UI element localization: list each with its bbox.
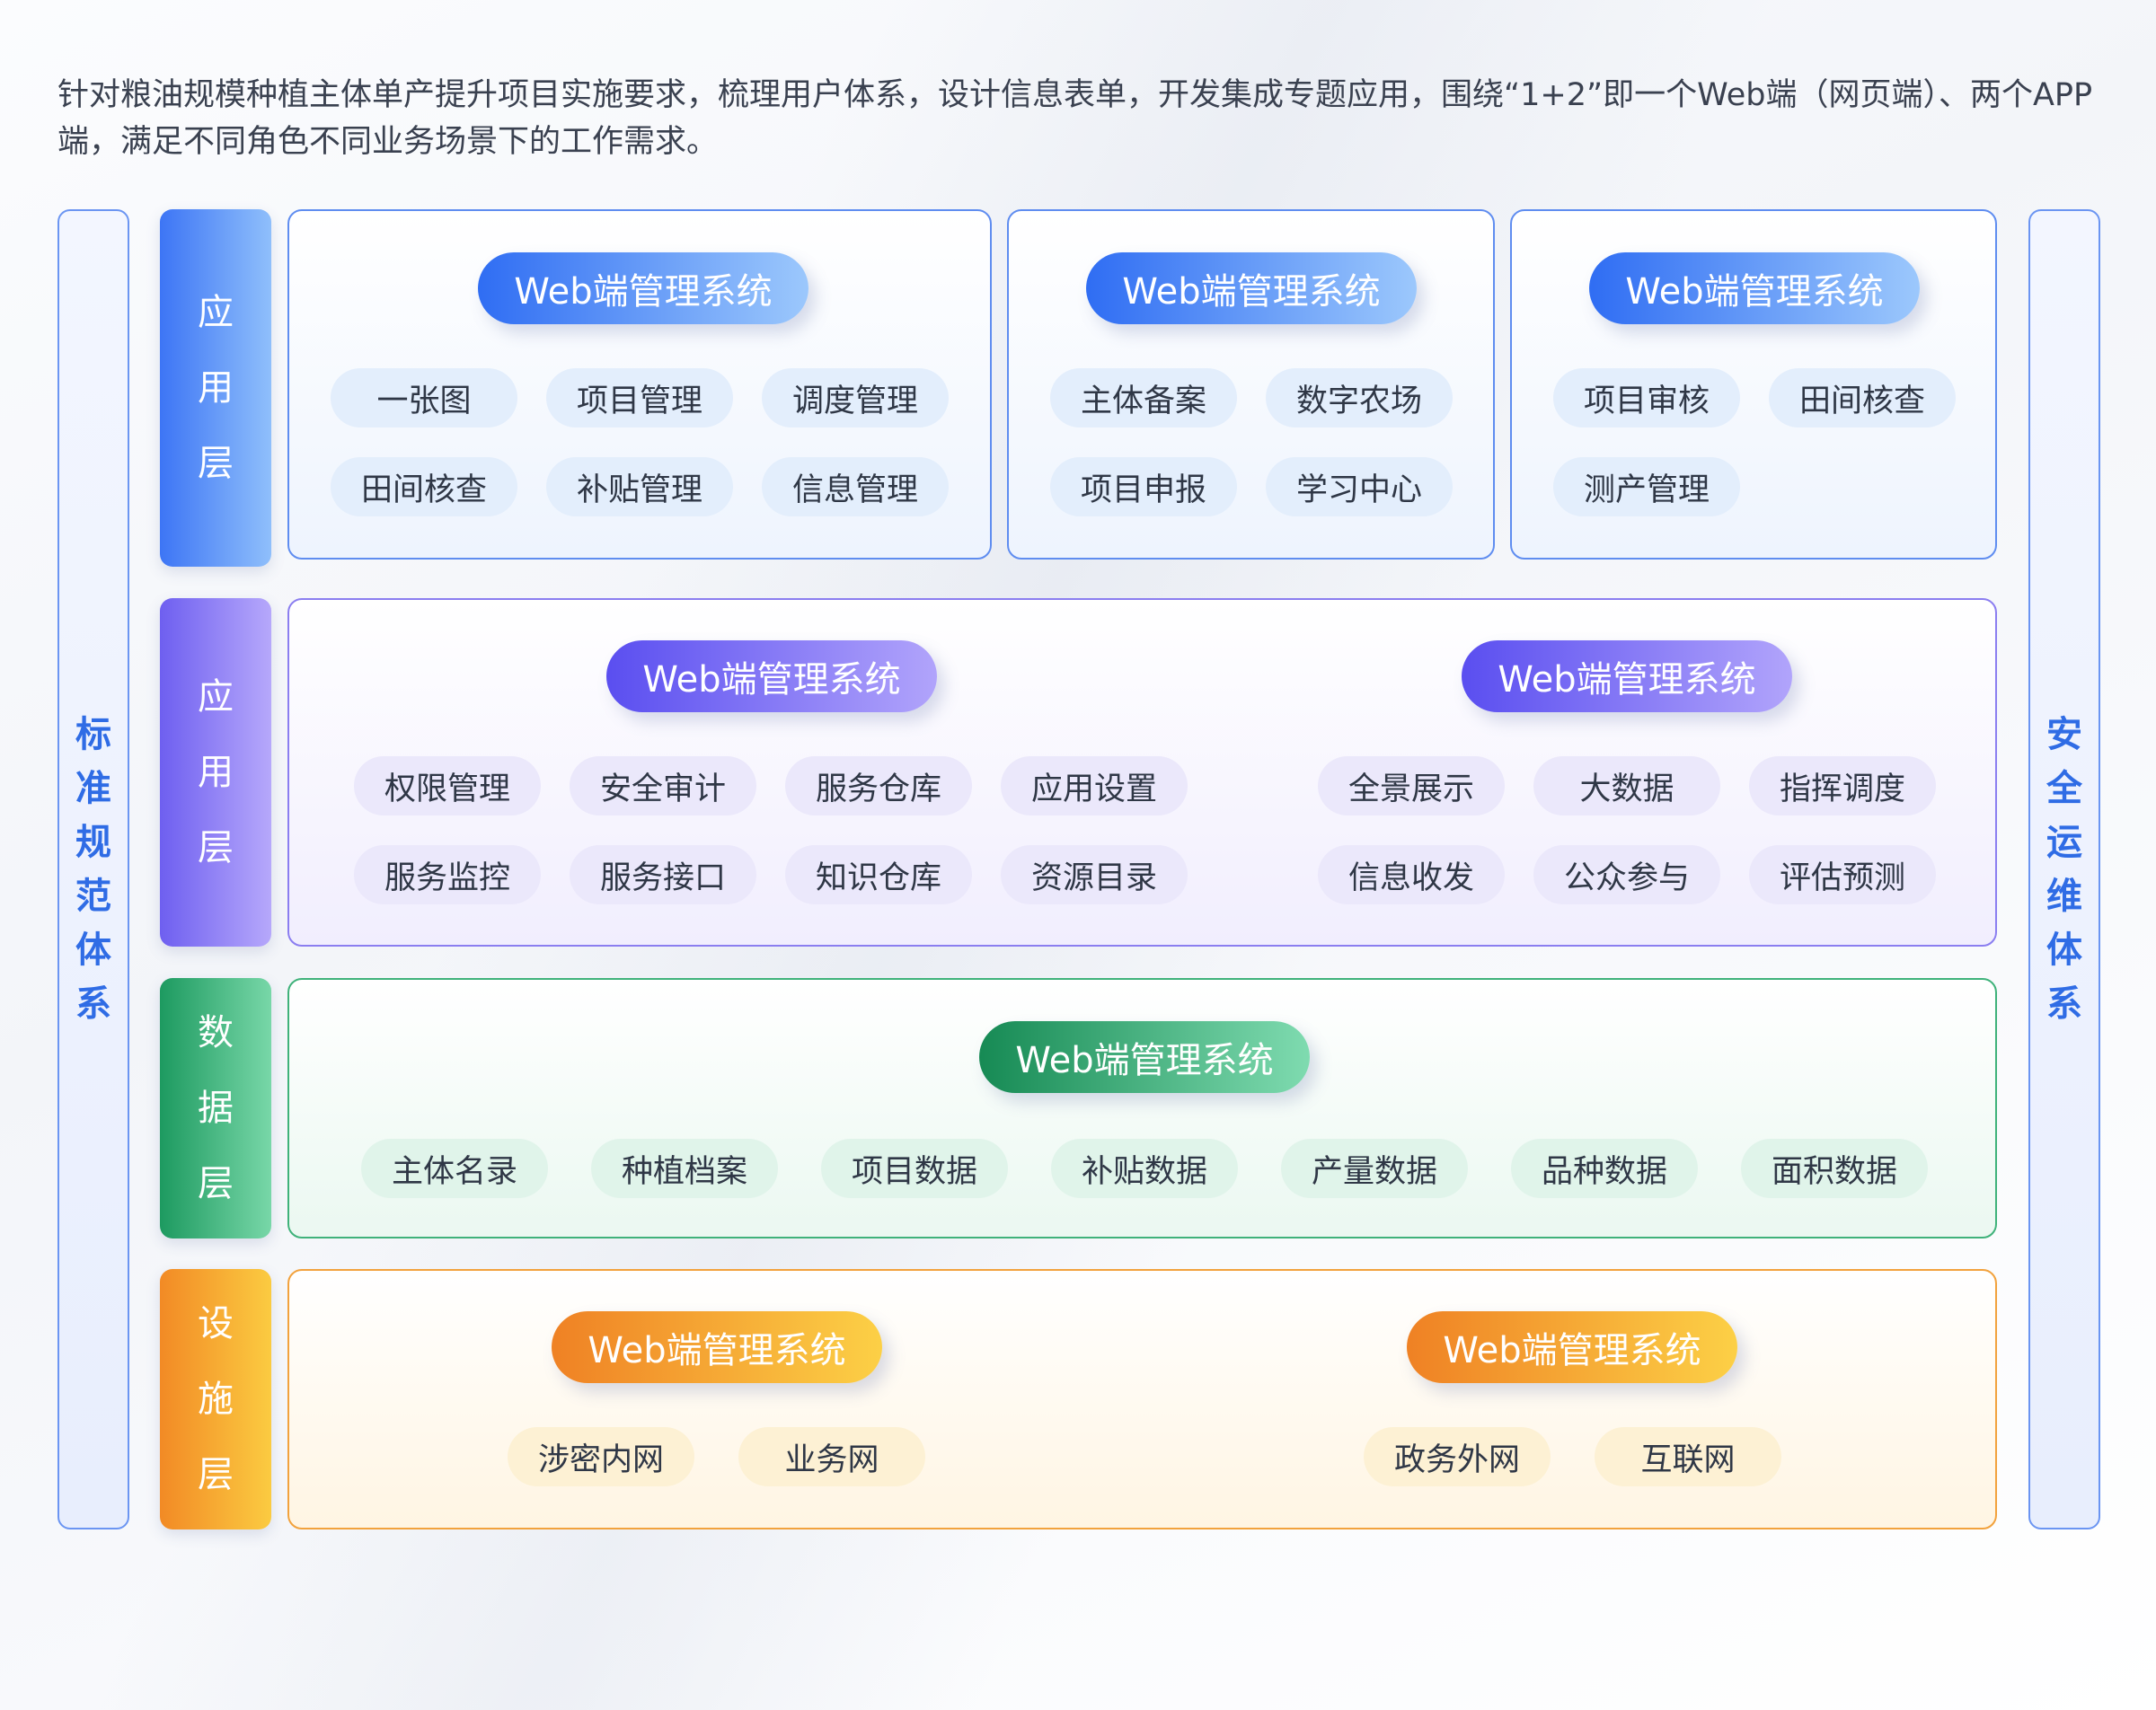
layer-label-application-2: 应 用 层 (160, 598, 271, 947)
app2-panel: Web端管理系统 权限管理 安全审计 服务仓库 应用设置 服务监控 服务接口 知… (287, 598, 1997, 947)
layer-char: 设 (198, 1303, 234, 1344)
module-chip[interactable]: 项目审核 (1553, 368, 1740, 428)
intro-paragraph: 针对粮油规模种植主体单产提升项目实施要求，梳理用户体系，设计信息表单，开发集成专… (57, 77, 2093, 160)
module-chip[interactable]: 指挥调度 (1749, 756, 1936, 815)
side-char: 全 (2046, 768, 2082, 809)
standards-system-column: 标 准 规 范 体 系 (57, 209, 129, 1529)
layer-label-application: 应 用 层 (160, 209, 271, 567)
module-chip[interactable]: 补贴数据 (1051, 1139, 1238, 1198)
standards-system-label: 标 准 规 范 体 系 (75, 708, 111, 1031)
side-char: 体 (2046, 930, 2082, 971)
system-title-pill: Web端管理系统 (1462, 640, 1792, 712)
layer-char: 据 (198, 1088, 234, 1129)
layer-label-infrastructure: 设 施 层 (160, 1269, 271, 1529)
side-char: 体 (75, 930, 111, 971)
app-panel-2: Web端管理系统 主体备案 数字农场 项目申报 学习中心 (1007, 209, 1495, 560)
layer-char: 施 (198, 1379, 234, 1420)
app-panel-3: Web端管理系统 项目审核 田间核查 测产管理 (1510, 209, 1997, 560)
side-char: 系 (2046, 983, 2082, 1025)
system-title-pill: Web端管理系统 (478, 252, 808, 324)
module-chip[interactable]: 品种数据 (1511, 1139, 1698, 1198)
module-chip[interactable]: 主体备案 (1050, 368, 1237, 428)
side-char: 维 (2046, 876, 2082, 917)
module-chip[interactable]: 一张图 (331, 368, 517, 428)
layer-char: 用 (198, 752, 234, 793)
side-char: 范 (75, 876, 111, 917)
layer-char: 层 (198, 1163, 234, 1204)
module-chip[interactable]: 业务网 (738, 1427, 925, 1486)
architecture-diagram: 针对粮油规模种植主体单产提升项目实施要求，梳理用户体系，设计信息表单，开发集成专… (0, 0, 2156, 1710)
module-chip[interactable]: 信息管理 (762, 457, 949, 516)
module-chip[interactable]: 互联网 (1595, 1427, 1781, 1486)
layer-char: 层 (198, 443, 234, 484)
system-title-pill: Web端管理系统 (979, 1021, 1310, 1093)
module-chip[interactable]: 主体名录 (361, 1139, 548, 1198)
module-chip[interactable]: 学习中心 (1266, 457, 1453, 516)
module-chip[interactable]: 产量数据 (1281, 1139, 1468, 1198)
module-chip[interactable]: 应用设置 (1001, 756, 1188, 815)
module-chip[interactable]: 项目申报 (1050, 457, 1237, 516)
module-chip[interactable]: 数字农场 (1266, 368, 1453, 428)
module-chip[interactable]: 面积数据 (1741, 1139, 1928, 1198)
layer-char: 应 (198, 292, 234, 333)
module-chip[interactable]: 政务外网 (1364, 1427, 1551, 1486)
layer-char: 层 (198, 827, 234, 868)
module-chip[interactable]: 评估预测 (1749, 845, 1936, 904)
security-ops-system-column: 安 全 运 维 体 系 (2028, 209, 2100, 1529)
security-ops-system-label: 安 全 运 维 体 系 (2046, 708, 2082, 1031)
side-char: 准 (75, 768, 111, 809)
system-title-pill: Web端管理系统 (552, 1311, 882, 1383)
module-chip[interactable]: 涉密内网 (508, 1427, 694, 1486)
module-chip[interactable]: 补贴管理 (546, 457, 733, 516)
module-chip[interactable]: 测产管理 (1553, 457, 1740, 516)
system-title-pill: Web端管理系统 (606, 640, 937, 712)
app-panel-1: Web端管理系统 一张图 项目管理 调度管理 田间核查 补贴管理 信息管理 (287, 209, 992, 560)
module-chip[interactable]: 项目数据 (821, 1139, 1008, 1198)
data-panel: Web端管理系统 主体名录 种植档案 项目数据 补贴数据 产量数据 品种数据 面… (287, 978, 1997, 1238)
module-chip[interactable]: 全景展示 (1318, 756, 1505, 815)
layer-char: 用 (198, 367, 234, 409)
module-chip[interactable]: 安全审计 (570, 756, 756, 815)
module-chip[interactable]: 信息收发 (1318, 845, 1505, 904)
module-chip[interactable]: 权限管理 (354, 756, 541, 815)
layer-char: 应 (198, 676, 234, 718)
module-chip[interactable]: 调度管理 (762, 368, 949, 428)
module-chip[interactable]: 公众参与 (1533, 845, 1720, 904)
layer-char: 层 (198, 1454, 234, 1495)
module-chip[interactable]: 资源目录 (1001, 845, 1188, 904)
module-chip[interactable]: 田间核查 (1769, 368, 1956, 428)
side-char: 规 (75, 822, 111, 863)
module-chip[interactable]: 知识仓库 (785, 845, 972, 904)
module-chip[interactable]: 服务监控 (354, 845, 541, 904)
system-title-pill: Web端管理系统 (1589, 252, 1920, 324)
system-title-pill: Web端管理系统 (1407, 1311, 1737, 1383)
module-chip[interactable]: 项目管理 (546, 368, 733, 428)
module-chip[interactable]: 服务接口 (570, 845, 756, 904)
module-chip[interactable]: 大数据 (1533, 756, 1720, 815)
side-char: 安 (2046, 714, 2082, 755)
infra-panel: Web端管理系统 涉密内网 业务网 Web端管理系统 政务外网 互联网 (287, 1269, 1997, 1529)
layer-char: 数 (198, 1012, 234, 1053)
system-title-pill: Web端管理系统 (1086, 252, 1417, 324)
side-char: 标 (75, 714, 111, 755)
module-chip[interactable]: 种植档案 (591, 1139, 778, 1198)
side-char: 系 (75, 983, 111, 1025)
module-chip[interactable]: 田间核查 (331, 457, 517, 516)
layer-label-data: 数 据 层 (160, 978, 271, 1238)
module-chip[interactable]: 服务仓库 (785, 756, 972, 815)
side-char: 运 (2046, 822, 2082, 863)
